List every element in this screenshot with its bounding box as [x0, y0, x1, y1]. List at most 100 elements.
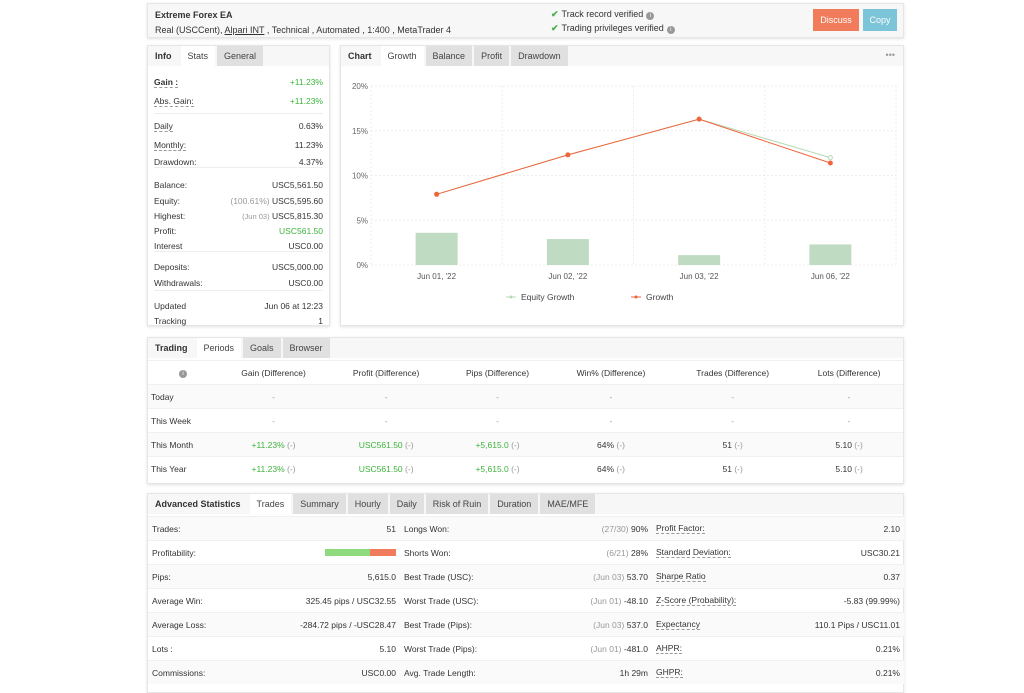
stat-label: Balance: — [154, 180, 188, 190]
tab-advanced-statistics[interactable]: Advanced Statistics — [148, 494, 248, 514]
stat-value: +11.23% — [289, 96, 323, 106]
stat-value-wrap: -284.72 pips / -USC28.47 — [300, 620, 396, 630]
table-cell: +11.23% (-) — [218, 432, 330, 457]
data-point — [696, 116, 702, 122]
tab-balance[interactable]: Balance — [425, 46, 473, 66]
stat-row: Abs. Gain: +11.23% — [154, 96, 323, 107]
stat-label[interactable]: Monthly: — [154, 140, 187, 151]
tab-profit[interactable]: Profit — [474, 46, 510, 66]
y-tick-label: 10% — [352, 172, 368, 181]
tab-trades[interactable]: Trades — [249, 494, 292, 514]
tab-goals[interactable]: Goals — [243, 338, 281, 358]
column-header: Trades (Difference) — [670, 360, 796, 385]
stat-value: 0.63% — [298, 121, 323, 131]
stat-value-wrap: 5.10 — [379, 644, 396, 654]
trading-privileges-verified: ✔ Trading privileges verified i — [551, 23, 675, 34]
cell-value: - — [731, 415, 735, 426]
stat-label: Profitability: — [152, 547, 196, 558]
stat-label: Withdrawals: — [154, 278, 203, 288]
system-header: Extreme Forex EA Real (USCCent), Alpari … — [147, 3, 904, 38]
tab-stats[interactable]: Stats — [180, 46, 216, 66]
tab-general[interactable]: General — [217, 46, 264, 66]
copy-button[interactable]: Copy — [863, 9, 897, 31]
stat-note: (27/30) — [601, 523, 629, 534]
tab-hourly[interactable]: Hourly — [347, 494, 388, 514]
stat-value: 5.10 — [379, 643, 396, 654]
tab-duration[interactable]: Duration — [490, 494, 539, 514]
tab-browser[interactable]: Browser — [282, 338, 330, 358]
stat-label: Worst Trade (USC): — [404, 595, 479, 606]
stat-label: Longs Won: — [404, 523, 450, 534]
stat-label[interactable]: GHPR: — [656, 667, 683, 678]
check-icon: ✔ — [551, 23, 559, 33]
table-cell: - — [795, 384, 903, 409]
stat-cell: Expectancy 110.1 Pips / USC11.01 — [652, 612, 904, 636]
stat-value-wrap: +11.23% — [290, 96, 323, 107]
data-point — [434, 191, 440, 197]
tab-periods[interactable]: Periods — [196, 338, 242, 358]
table-cell: 5.10 (-) — [795, 432, 903, 457]
cell-difference: (-) — [287, 463, 296, 474]
tab-chart[interactable]: Chart — [341, 46, 379, 66]
stat-label[interactable]: Daily — [154, 121, 173, 132]
stat-label[interactable]: Profit Factor: — [656, 523, 705, 534]
period-label: This Month — [148, 432, 218, 457]
stat-label: Pips: — [152, 571, 171, 582]
stat-label[interactable]: Z-Score (Probability): — [656, 595, 737, 606]
data-point — [827, 155, 833, 161]
tab-info[interactable]: Info — [148, 46, 179, 66]
stat-value: 0.21% — [875, 667, 900, 678]
stat-value-wrap: Jun 06 at 12:23 — [264, 301, 323, 311]
advanced-stats-grid: Trades: 51 Longs Won: (27/30) 90% Profit Fac… — [148, 516, 904, 684]
stat-cell: Average Win: 325.45 pips / USC32.55 — [148, 588, 400, 612]
tab-summary[interactable]: Summary — [293, 494, 346, 514]
stat-value-wrap: 5,615.0 — [368, 572, 396, 582]
cell-value: 5.10 — [835, 439, 852, 450]
stat-cell: Profit Factor: 2.10 — [652, 516, 904, 540]
stat-value-wrap: 110.1 Pips / USC11.01 — [815, 620, 900, 630]
stat-value: 110.1 Pips / USC11.01 — [814, 619, 900, 630]
tab-risk-of-ruin[interactable]: Risk of Ruin — [425, 494, 489, 514]
info-icon[interactable]: i — [666, 26, 675, 34]
stat-label[interactable]: Gain : — [154, 77, 179, 88]
stat-value-wrap: 325.45 pips / USC32.55 — [306, 596, 396, 606]
tab-trading[interactable]: Trading — [148, 338, 195, 358]
stat-label[interactable]: Abs. Gain: — [154, 96, 194, 107]
stat-label[interactable]: Expectancy — [656, 619, 700, 630]
info-icon[interactable]: i — [646, 12, 655, 20]
stat-cell: Lots : 5.10 — [148, 636, 400, 660]
more-options-icon[interactable]: ••• — [886, 50, 895, 60]
cell-value: - — [384, 391, 388, 402]
stat-label[interactable]: AHPR: — [656, 643, 682, 654]
cell-value: USC561.50 — [358, 463, 403, 474]
broker-link[interactable]: Alpari INT — [225, 25, 265, 35]
tab-drawdown[interactable]: Drawdown — [511, 46, 568, 66]
stat-cell: Sharpe Ratio 0.37 — [652, 564, 904, 588]
stat-value: USC5,595.60 — [271, 196, 323, 206]
stat-row: Balance: USC5,561.50 — [154, 180, 323, 190]
cell-value: USC561.50 — [358, 439, 403, 450]
header-info: i — [148, 360, 218, 385]
column-header: Profit (Difference) — [329, 360, 444, 385]
stat-value-wrap: (Jun 03) USC5,815.30 — [242, 211, 323, 221]
stat-note: (Jun 03) — [242, 212, 270, 221]
stat-label: Tracking — [154, 316, 187, 326]
stat-cell: Pips: 5,615.0 — [148, 564, 400, 588]
divider — [154, 167, 323, 168]
cell-value: 51 — [722, 463, 732, 474]
tab-daily[interactable]: Daily — [389, 494, 424, 514]
stat-label: Profit: — [154, 226, 177, 236]
period-label: Today — [148, 384, 218, 409]
stat-value-wrap: 0.63% — [299, 121, 323, 132]
discuss-button[interactable]: Discuss — [813, 9, 859, 31]
cell-value: 64% — [597, 463, 615, 474]
stat-label: Interest — [154, 241, 183, 251]
stat-label[interactable]: Sharpe Ratio — [656, 571, 706, 582]
tab-growth[interactable]: Growth — [380, 46, 424, 66]
info-icon[interactable]: i — [179, 370, 187, 378]
tab-mae-mfe[interactable]: MAE/MFE — [540, 494, 596, 514]
table-row: This Month +11.23% (-) USC561.50 (-) +5,615… — [148, 432, 903, 457]
stat-label[interactable]: Standard Deviation: — [656, 547, 731, 558]
stat-value: USC5,561.50 — [271, 180, 323, 190]
stat-value-wrap: 4.37% — [299, 157, 323, 167]
